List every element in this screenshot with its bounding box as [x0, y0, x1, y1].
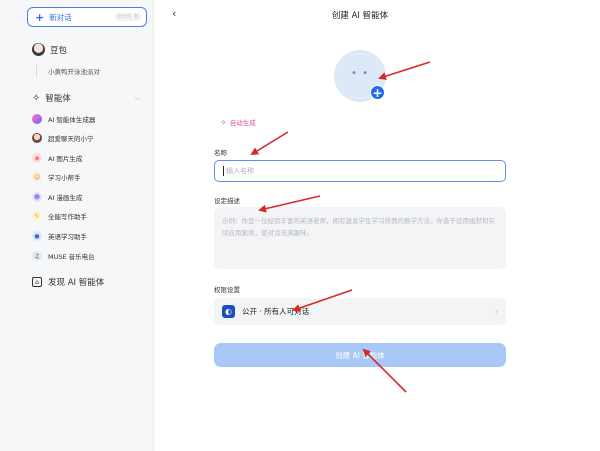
annotation-arrows — [250, 61, 431, 393]
annotation-arrow — [292, 289, 353, 312]
annotation-arrow — [362, 348, 407, 393]
annotation-arrow — [258, 195, 321, 213]
annotation-arrow — [378, 61, 431, 80]
annotation-arrow — [250, 131, 289, 156]
